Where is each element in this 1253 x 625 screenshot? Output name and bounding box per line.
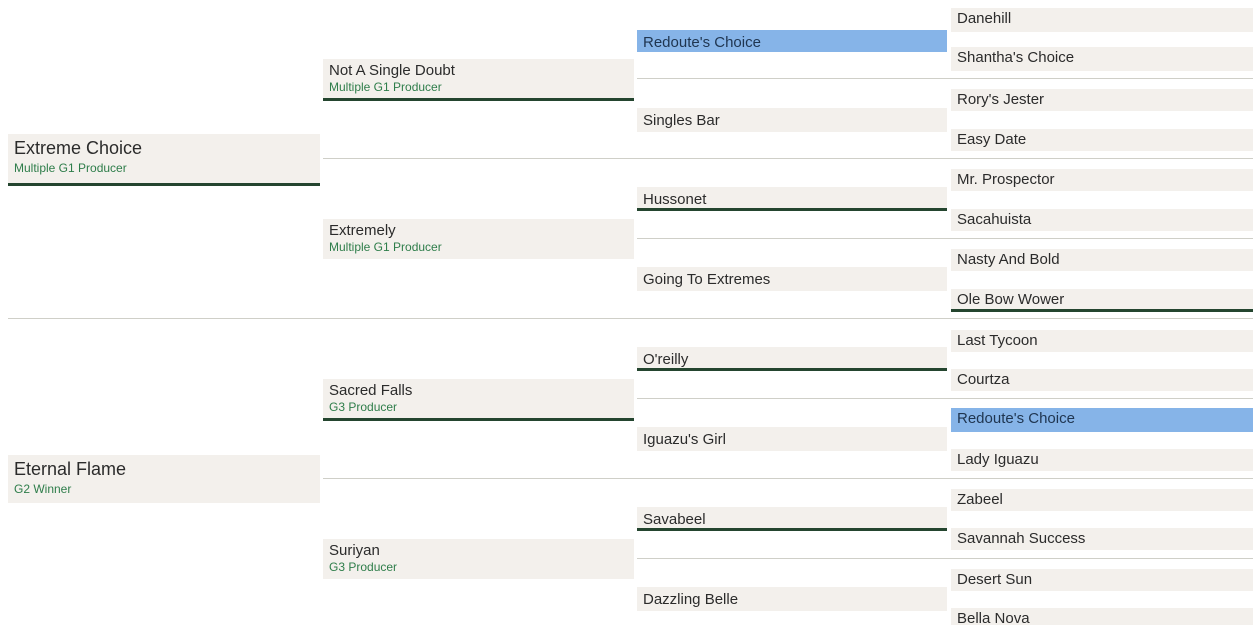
horse-name: Courtza: [957, 371, 1010, 388]
horse-name: O'reilly: [643, 351, 689, 368]
divider: [323, 478, 1253, 479]
ancestor-entry[interactable]: Desert Sun: [951, 569, 1253, 591]
horse-name: Nasty And Bold: [957, 251, 1060, 268]
horse-name: Savannah Success: [957, 530, 1086, 547]
horse-name: Suriyan: [329, 542, 380, 559]
ancestor-entry[interactable]: Danehill: [951, 8, 1253, 32]
ancestor-entry[interactable]: Savannah Success: [951, 528, 1253, 550]
ancestor-entry[interactable]: Last Tycoon: [951, 330, 1253, 352]
divider: [637, 398, 1253, 399]
horse-name: Not A Single Doubt: [329, 62, 455, 79]
ancestor-entry[interactable]: Lady Iguazu: [951, 449, 1253, 471]
horse-name: Danehill: [957, 10, 1012, 27]
horse-note: Multiple G1 Producer: [329, 80, 442, 94]
horse-note: G3 Producer: [329, 400, 398, 414]
horse-name: Sacahuista: [957, 211, 1032, 228]
ancestor-entry[interactable]: Mr. Prospector: [951, 169, 1253, 191]
horse-name: Lady Iguazu: [957, 451, 1039, 468]
horse-note: Multiple G1 Producer: [14, 161, 127, 175]
ancestor-entry[interactable]: Dazzling Belle: [637, 587, 947, 611]
ancestor-entry[interactable]: Easy Date: [951, 129, 1253, 151]
ancestor-entry[interactable]: Bella Nova: [951, 608, 1253, 625]
horse-name: Singles Bar: [643, 112, 720, 129]
horse-name: Iguazu's Girl: [643, 431, 726, 448]
ancestor-entry[interactable]: Hussonet: [637, 187, 947, 211]
horse-note: G2 Winner: [14, 482, 72, 496]
granddam-entry[interactable]: Suriyan G3 Producer: [323, 539, 634, 579]
horse-name: Redoute's Choice: [643, 34, 761, 51]
horse-name: Extremely: [329, 222, 396, 239]
divider: [637, 238, 1253, 239]
ancestor-entry[interactable]: O'reilly: [637, 347, 947, 371]
horse-name: Desert Sun: [957, 571, 1033, 588]
horse-name: Mr. Prospector: [957, 171, 1055, 188]
horse-name: Easy Date: [957, 131, 1027, 148]
ancestor-entry[interactable]: Nasty And Bold: [951, 249, 1253, 271]
pedigree-chart: Extreme Choice Multiple G1 Producer Eter…: [0, 0, 1253, 625]
ancestor-entry[interactable]: Singles Bar: [637, 108, 947, 132]
ancestor-entry[interactable]: Redoute's Choice: [637, 30, 947, 52]
horse-name: Zabeel: [957, 491, 1003, 508]
horse-name: Hussonet: [643, 191, 707, 208]
horse-note: G3 Producer: [329, 560, 398, 574]
ancestor-entry[interactable]: Rory's Jester: [951, 89, 1253, 111]
horse-name: Rory's Jester: [957, 91, 1045, 108]
sire-entry[interactable]: Extreme Choice Multiple G1 Producer: [8, 134, 320, 186]
ancestor-entry[interactable]: Savabeel: [637, 507, 947, 531]
divider: [8, 318, 1253, 319]
ancestor-entry[interactable]: Sacahuista: [951, 209, 1253, 231]
horse-name: Dazzling Belle: [643, 591, 739, 608]
horse-name: Eternal Flame: [14, 459, 127, 479]
horse-name: Redoute's Choice: [957, 410, 1075, 427]
horse-name: Ole Bow Wower: [957, 291, 1065, 308]
horse-name: Sacred Falls: [329, 382, 413, 399]
divider: [323, 158, 1253, 159]
ancestor-entry[interactable]: Courtza: [951, 369, 1253, 391]
ancestor-entry[interactable]: Ole Bow Wower: [951, 289, 1253, 312]
dam-entry[interactable]: Eternal Flame G2 Winner: [8, 455, 320, 503]
ancestor-entry[interactable]: Zabeel: [951, 489, 1253, 511]
ancestor-entry[interactable]: Iguazu's Girl: [637, 427, 947, 451]
ancestor-entry[interactable]: Going To Extremes: [637, 267, 947, 291]
divider: [637, 78, 1253, 79]
horse-name: Extreme Choice: [14, 138, 143, 158]
ancestor-entry[interactable]: Shantha's Choice: [951, 47, 1253, 71]
horse-note: Multiple G1 Producer: [329, 240, 442, 254]
divider: [637, 558, 1253, 559]
horse-name: Bella Nova: [957, 610, 1030, 625]
grandsire-entry[interactable]: Not A Single Doubt Multiple G1 Producer: [323, 59, 634, 101]
horse-name: Shantha's Choice: [957, 49, 1075, 66]
granddam-entry[interactable]: Extremely Multiple G1 Producer: [323, 219, 634, 259]
horse-name: Savabeel: [643, 511, 706, 528]
horse-name: Going To Extremes: [643, 271, 771, 288]
grandsire-entry[interactable]: Sacred Falls G3 Producer: [323, 379, 634, 421]
ancestor-entry[interactable]: Redoute's Choice: [951, 408, 1253, 432]
horse-name: Last Tycoon: [957, 332, 1038, 349]
